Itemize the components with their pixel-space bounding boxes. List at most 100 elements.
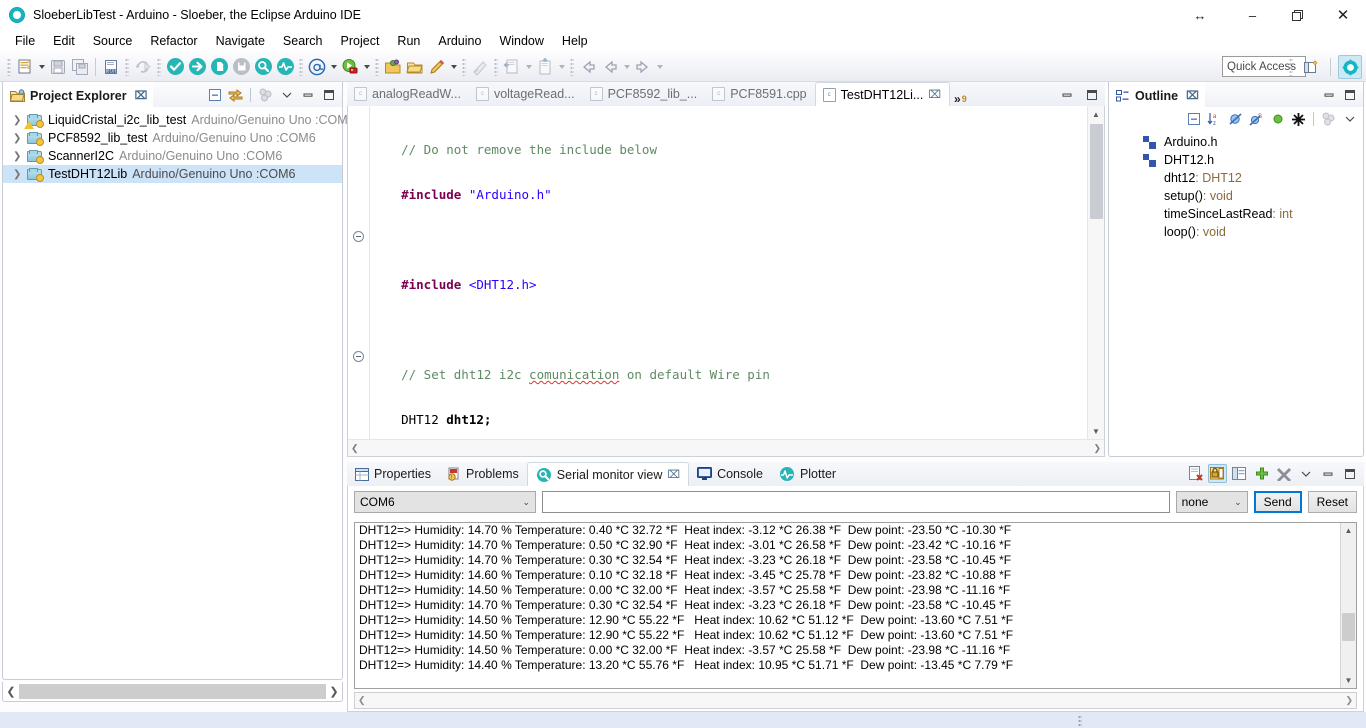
editor-tab-voltageread[interactable]: c voltageRead...: [469, 82, 583, 106]
view-menu-icon[interactable]: [277, 85, 296, 104]
editor-hscrollbar[interactable]: ❮ ❯: [348, 439, 1104, 456]
toolbar-grip-5[interactable]: [375, 57, 379, 76]
tree-row[interactable]: ❯ PCF8592_lib_test Arduino/Genuino Uno :…: [3, 129, 342, 147]
minimize-button[interactable]: –: [1230, 0, 1275, 30]
save-icon[interactable]: [47, 56, 69, 78]
perspective-grip[interactable]: [1289, 58, 1293, 76]
search-board-icon[interactable]: [252, 56, 274, 78]
menu-source[interactable]: Source: [84, 32, 142, 50]
serial-send-input[interactable]: [542, 491, 1170, 513]
code-text[interactable]: // Do not remove the include below #incl…: [371, 106, 1087, 439]
back-icon[interactable]: [577, 56, 599, 78]
tab-plotter[interactable]: Plotter: [771, 462, 844, 486]
toolbar-grip-4[interactable]: [299, 57, 303, 76]
menu-project[interactable]: Project: [332, 32, 389, 50]
sort-icon[interactable]: a z: [1205, 110, 1224, 129]
pencil-edit-icon[interactable]: [426, 56, 448, 78]
tab-console[interactable]: Console: [689, 462, 771, 486]
tab-project-explorer[interactable]: Project Explorer ⌧: [3, 82, 154, 107]
hide-nonpublic-icon[interactable]: [1268, 110, 1287, 129]
next-annotation-icon[interactable]: [501, 56, 523, 78]
scroll-lock-icon[interactable]: [1208, 464, 1227, 483]
hscroll-thumb[interactable]: [19, 684, 326, 699]
debug-icon[interactable]: [339, 56, 361, 78]
toggle-build-console-icon[interactable]: 010: [100, 56, 122, 78]
forward-icon[interactable]: [632, 56, 654, 78]
previous-annotation-icon[interactable]: [534, 56, 556, 78]
upload-icon[interactable]: [186, 56, 208, 78]
verify-compile-icon[interactable]: [164, 56, 186, 78]
chevron-right-icon[interactable]: ❯: [13, 151, 27, 162]
arduino-perspective-icon[interactable]: [1338, 55, 1362, 79]
skip-breakpoints-icon[interactable]: [469, 56, 491, 78]
send-button[interactable]: Send: [1253, 491, 1302, 513]
save-sketch-icon[interactable]: [230, 56, 252, 78]
tab-outline[interactable]: Outline ⌧: [1109, 82, 1205, 107]
back-history-icon[interactable]: [599, 56, 621, 78]
maximize-button[interactable]: [1275, 0, 1320, 30]
close-icon[interactable]: ⌧: [1186, 89, 1199, 102]
editor-tab-analogreadw[interactable]: c analogReadW...: [347, 82, 469, 106]
scroll-up-arrow-icon[interactable]: ▲: [1341, 523, 1356, 538]
tree-row[interactable]: ❯ LiquidCristal_i2c_lib_test Arduino/Gen…: [3, 111, 355, 129]
scroll-down-arrow-icon[interactable]: ▼: [1341, 673, 1356, 688]
pencil-arrow[interactable]: [448, 56, 459, 78]
new-sketch-icon[interactable]: [208, 56, 230, 78]
forward-arrow[interactable]: [654, 56, 665, 78]
open-perspective-icon[interactable]: [1299, 55, 1323, 79]
link-with-editor-icon[interactable]: [226, 85, 245, 104]
scroll-left-arrow-icon[interactable]: ❮: [351, 443, 359, 454]
tab-serial-monitor-view[interactable]: Serial monitor view ⌧: [526, 462, 690, 486]
external-tools-icon[interactable]: [132, 56, 154, 78]
scroll-left-arrow-icon[interactable]: ❮: [3, 684, 19, 700]
add-console-icon[interactable]: [1252, 464, 1271, 483]
debug-arrow[interactable]: [361, 56, 372, 78]
serial-log-hscrollbar[interactable]: ❮ ❯: [354, 692, 1357, 709]
show-console-icon[interactable]: [1230, 464, 1249, 483]
code-editor[interactable]: // Do not remove the include below #incl…: [347, 106, 1105, 457]
maximize-view-icon[interactable]: [1340, 464, 1359, 483]
toolbar-grip-7[interactable]: [494, 57, 498, 76]
menu-navigate[interactable]: Navigate: [207, 32, 274, 50]
view-menu-icon[interactable]: [1340, 110, 1359, 129]
close-icon[interactable]: ⌧: [135, 89, 148, 102]
outline-item[interactable]: timeSinceLastRead : int: [1109, 205, 1363, 223]
minimize-editor-icon[interactable]: [1057, 85, 1076, 104]
save-all-icon[interactable]: [69, 56, 91, 78]
hide-static-icon[interactable]: S: [1247, 110, 1266, 129]
maximize-editor-icon[interactable]: [1082, 85, 1101, 104]
fold-collapse-loop-icon[interactable]: [353, 351, 364, 362]
view-menu-overflow-icon[interactable]: [256, 85, 275, 104]
project-explorer-hscrollbar[interactable]: ❮ ❯: [2, 682, 343, 702]
hscroll-track[interactable]: [19, 684, 326, 699]
new-dropdown-arrow[interactable]: [36, 56, 47, 78]
chevron-right-icon[interactable]: ❯: [13, 133, 27, 144]
close-button[interactable]: ✕: [1320, 0, 1366, 30]
hide-fields-icon[interactable]: [1226, 110, 1245, 129]
remove-console-icon[interactable]: [1274, 464, 1293, 483]
serial-monitor-output[interactable]: DHT12=> Humidity: 14.70 % Temperature: 0…: [354, 522, 1357, 689]
close-icon[interactable]: ⌧: [667, 468, 680, 481]
tab-properties[interactable]: Properties: [347, 462, 439, 486]
outline-item[interactable]: DHT12.h: [1109, 151, 1363, 169]
back-arrow[interactable]: [621, 56, 632, 78]
tab-problems[interactable]: ! Problems: [439, 462, 527, 486]
line-ending-select[interactable]: none ⌄: [1175, 491, 1248, 513]
editor-gutter[interactable]: [348, 106, 370, 439]
tree-row[interactable]: ❯ ScannerI2C Arduino/Genuino Uno :COM6: [3, 147, 342, 165]
serial-log-vscrollbar[interactable]: ▲ ▼: [1340, 523, 1356, 688]
toolbar-grip-6[interactable]: [462, 57, 466, 76]
clear-console-icon[interactable]: [1186, 464, 1205, 483]
menu-arduino[interactable]: Arduino: [429, 32, 490, 50]
view-menu-icon[interactable]: [1296, 464, 1315, 483]
editor-tab-pcf8591-cpp[interactable]: c PCF8591.cpp: [705, 82, 814, 106]
scroll-right-arrow-icon[interactable]: ❯: [326, 684, 342, 700]
menu-window[interactable]: Window: [490, 32, 552, 50]
toolbar-grip[interactable]: [7, 57, 11, 76]
menu-run[interactable]: Run: [388, 32, 429, 50]
menu-edit[interactable]: Edit: [44, 32, 84, 50]
previous-annotation-arrow[interactable]: [556, 56, 567, 78]
editor-tab-testdht12lib[interactable]: c TestDHT12Li... ⌧: [814, 82, 950, 106]
scroll-left-arrow-icon[interactable]: ❮: [358, 695, 366, 706]
menu-help[interactable]: Help: [553, 32, 597, 50]
